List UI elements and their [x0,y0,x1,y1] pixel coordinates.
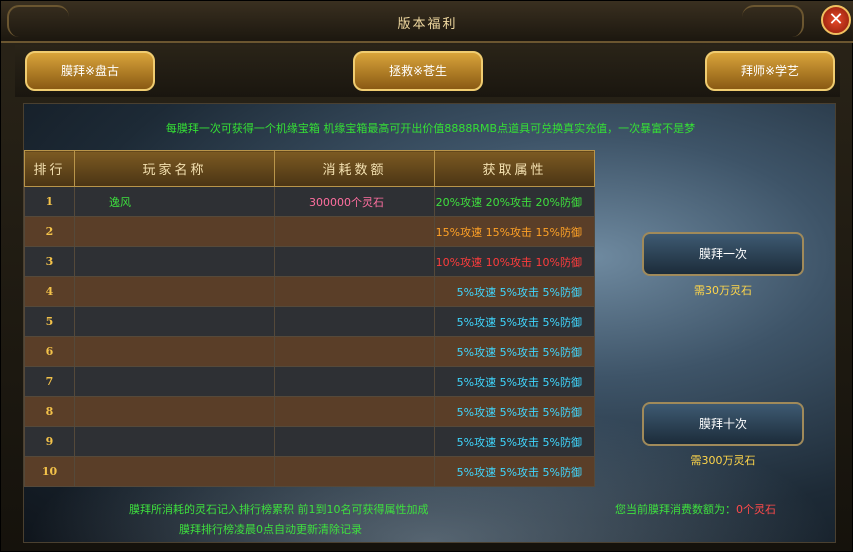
table-row: 3 10%攻速 10%攻击 10%防御 [24,246,595,277]
attribute-cell: 20%攻速 20%攻击 20%防御 [434,186,595,217]
player-name-cell: 逸风 [74,186,275,217]
rank-cell: 1 [24,186,75,217]
worship-panel: 每膜拜一次可获得一个机缘宝箱 机缘宝箱最高可开出价值8888RMB点道具可兑换真… [23,103,836,543]
window-title: 版本福利 [397,17,458,32]
table-row: 10 5%攻速 5%攻击 5%防御 [24,456,595,487]
welfare-window: 版本福利 ✕ 膜拜※盘古 拯救※苍生 拜师※学艺 每膜拜一次可获得一个机缘宝箱 … [0,0,853,552]
table-header-row: 排行 玩家名称 消耗数额 获取属性 [24,150,595,187]
worship-ten-cost: 需300万灵石 [690,454,756,467]
info-text: 每膜拜一次可获得一个机缘宝箱 机缘宝箱最高可开出价值8888RMB点道具可兑换真… [165,122,696,135]
table-row: 7 5%攻速 5%攻击 5%防御 [24,366,595,397]
attribute-cell: 5%攻速 5%攻击 5%防御 [434,306,595,337]
worship-ten-button[interactable]: 膜拜十次 [642,402,804,446]
player-name-cell [74,366,275,397]
attribute-cell: 5%攻速 5%攻击 5%防御 [434,426,595,457]
rank-cell: 2 [24,216,75,247]
title-bar: 版本福利 [1,1,853,43]
rank-cell: 5 [24,306,75,337]
table-row: 2 15%攻速 15%攻击 15%防御 [24,216,595,247]
worship-once-button[interactable]: 膜拜一次 [642,232,804,276]
attribute-cell: 5%攻速 5%攻击 5%防御 [434,336,595,367]
player-name-cell [74,216,275,247]
cost-cell: 300000个灵石 [274,186,435,217]
attribute-cell: 5%攻速 5%攻击 5%防御 [434,366,595,397]
header-attribute: 获取属性 [434,150,595,187]
player-name-cell [74,456,275,487]
player-name-cell [74,246,275,277]
attribute-cell: 10%攻速 10%攻击 10%防御 [434,246,595,277]
rank-cell: 4 [24,276,75,307]
player-name-cell [74,306,275,337]
player-name-cell [74,426,275,457]
cost-cell [274,336,435,367]
ranking-table: 排行 玩家名称 消耗数额 获取属性 1 逸风 300000个灵石 20%攻速 20%攻… [24,150,595,487]
total-spent-value: 0个灵石 [736,503,776,516]
tab-save-people[interactable]: 拯救※苍生 [353,51,483,91]
total-spent: 您当前膜拜消费数额为：0个灵石 [615,501,776,517]
header-rank: 排行 [24,150,75,187]
table-row: 1 逸风 300000个灵石 20%攻速 20%攻击 20%防御 [24,186,595,217]
rank-cell: 10 [24,456,75,487]
player-name-cell [74,276,275,307]
rank-cell: 7 [24,366,75,397]
tab-worship-pangu[interactable]: 膜拜※盘古 [25,51,155,91]
rank-cell: 3 [24,246,75,277]
cost-cell [274,426,435,457]
note-line-2: 膜拜排行榜凌晨0点自动更新清除记录 [179,523,362,536]
table-row: 6 5%攻速 5%攻击 5%防御 [24,336,595,367]
player-name-cell [74,336,275,367]
worship-once-cost: 需30万灵石 [694,284,752,297]
rank-cell: 6 [24,336,75,367]
cost-cell [274,456,435,487]
tab-apprentice[interactable]: 拜师※学艺 [705,51,835,91]
cost-cell [274,216,435,247]
attribute-cell: 5%攻速 5%攻击 5%防御 [434,396,595,427]
player-name-cell [74,396,275,427]
cost-cell [274,366,435,397]
attribute-cell: 5%攻速 5%攻击 5%防御 [434,456,595,487]
rank-cell: 8 [24,396,75,427]
table-row: 8 5%攻速 5%攻击 5%防御 [24,396,595,427]
table-row: 9 5%攻速 5%攻击 5%防御 [24,426,595,457]
attribute-cell: 5%攻速 5%攻击 5%防御 [434,276,595,307]
cost-cell [274,276,435,307]
header-player-name: 玩家名称 [74,150,275,187]
table-row: 5 5%攻速 5%攻击 5%防御 [24,306,595,337]
attribute-cell: 15%攻速 15%攻击 15%防御 [434,216,595,247]
note-line-1: 膜拜所消耗的灵石记入排行榜累积 前1到10名可获得属性加成 [129,503,429,516]
close-icon[interactable]: ✕ [821,5,851,35]
table-row: 4 5%攻速 5%攻击 5%防御 [24,276,595,307]
cost-cell [274,246,435,277]
cost-cell [274,396,435,427]
header-cost: 消耗数额 [274,150,435,187]
total-spent-label: 您当前膜拜消费数额为： [615,503,736,516]
cost-cell [274,306,435,337]
rank-cell: 9 [24,426,75,457]
